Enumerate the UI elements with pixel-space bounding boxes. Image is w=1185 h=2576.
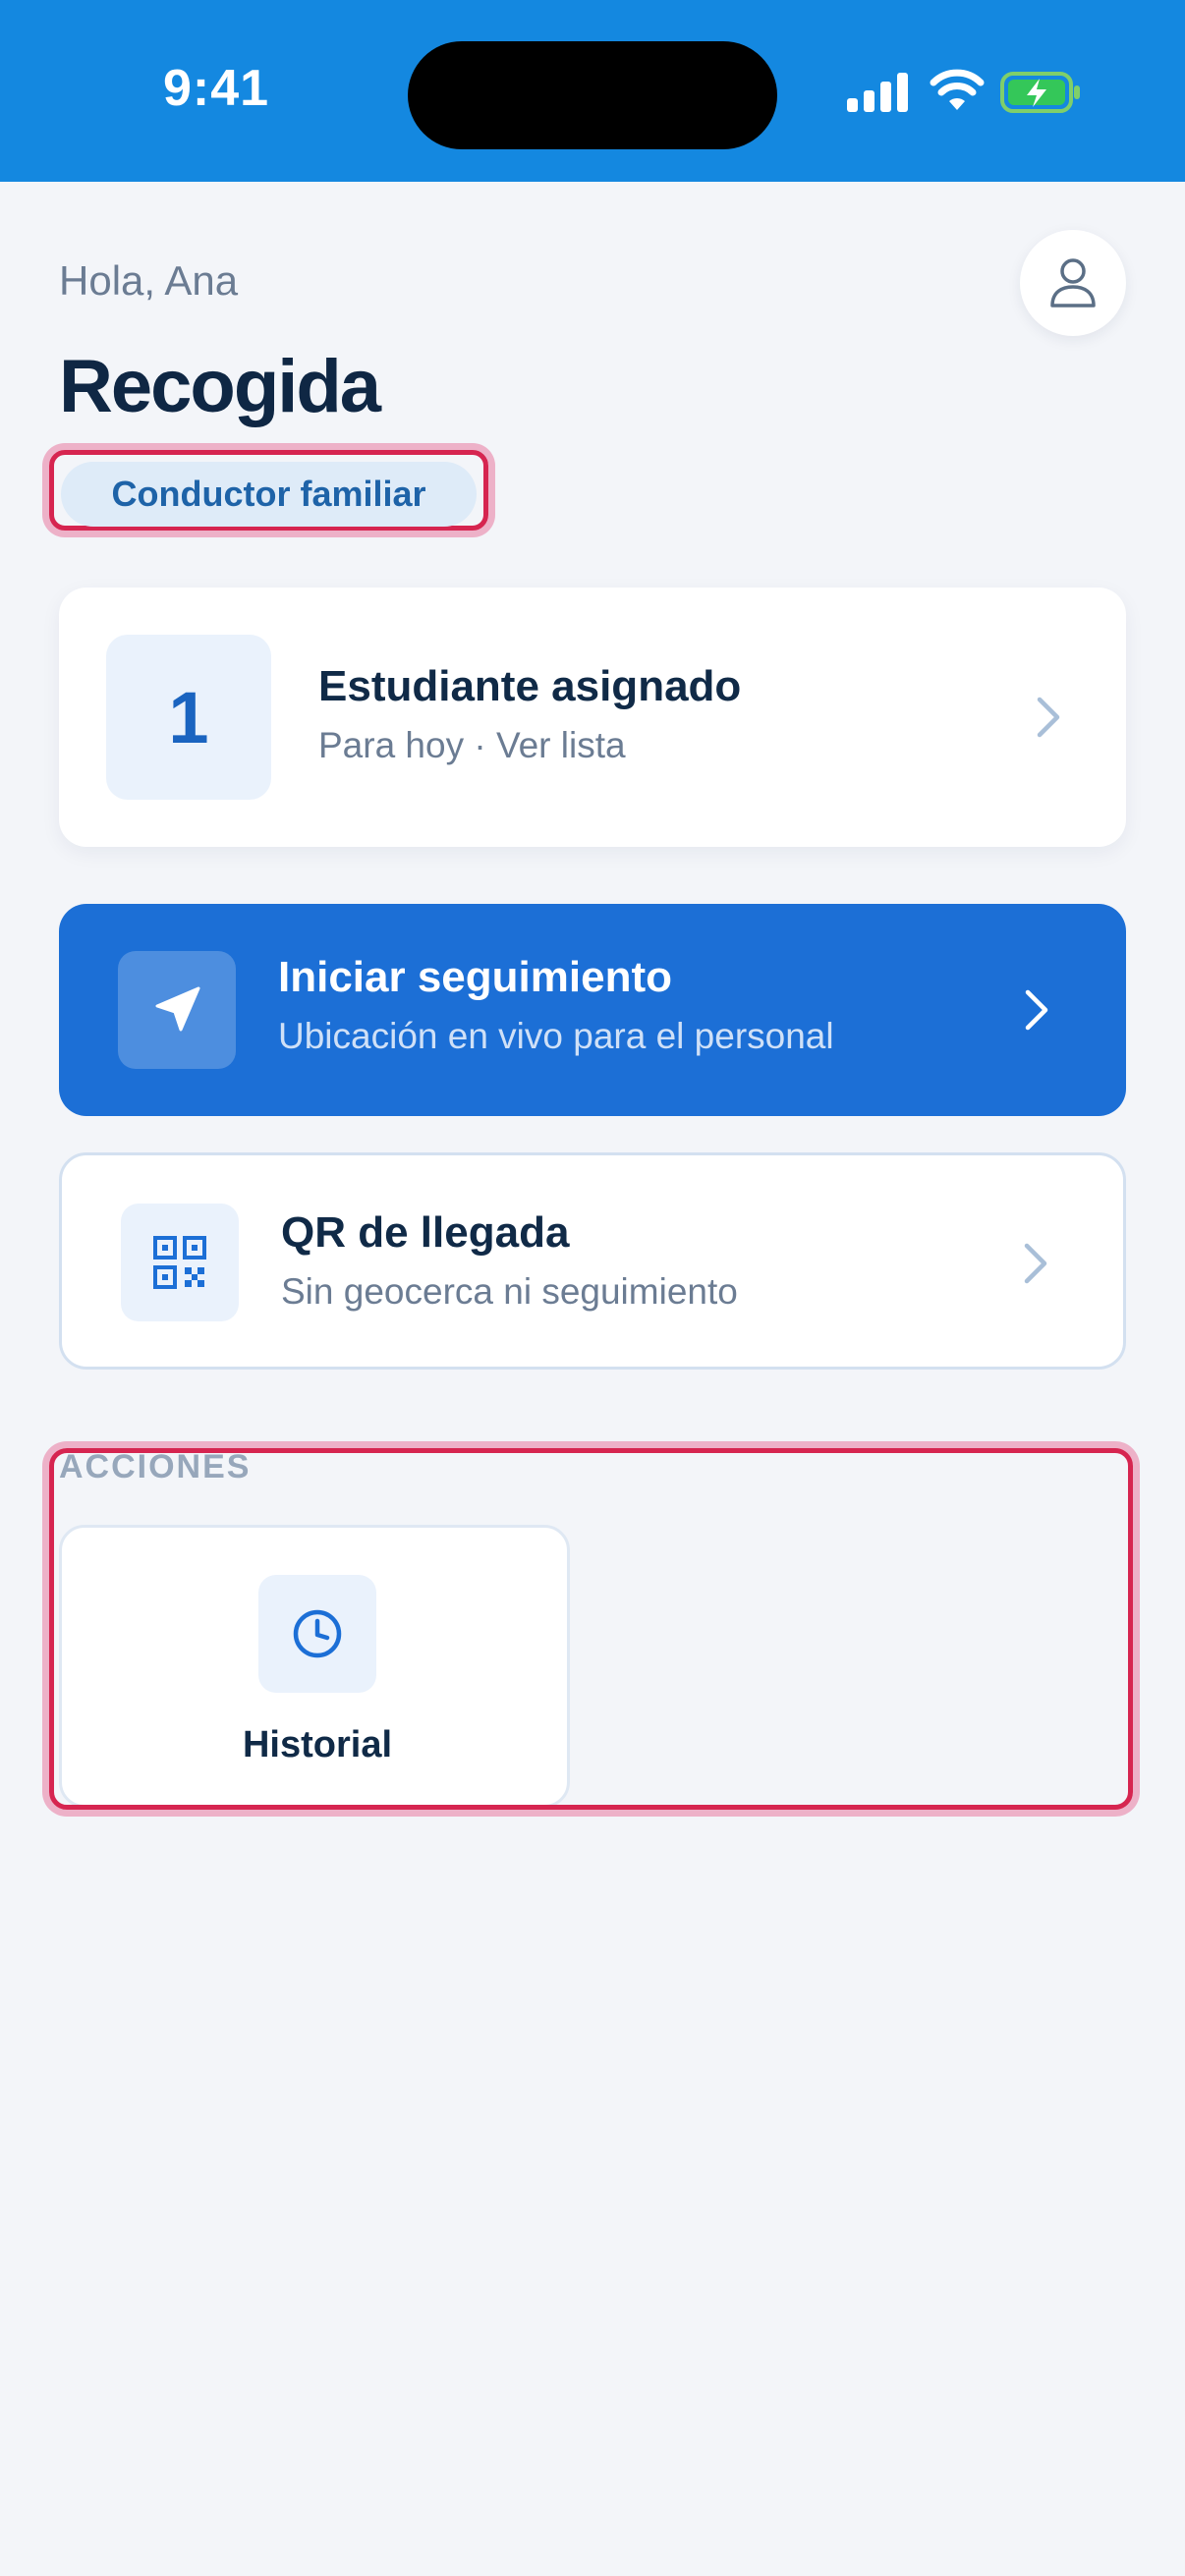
qr-icon-box (121, 1204, 239, 1321)
start-tracking-button[interactable]: Iniciar seguimiento Ubicación en vivo pa… (59, 904, 1126, 1116)
page-title: Recogida (59, 345, 381, 428)
status-bar: 9:41 (0, 0, 1185, 182)
chevron-right-icon (1025, 989, 1048, 1031)
assigned-students-card[interactable]: 1 Estudiante asignado Para hoy · Ver lis… (59, 588, 1126, 847)
tracking-subtitle: Ubicación en vivo para el personal (278, 1016, 834, 1056)
navigation-arrow-icon (155, 986, 200, 1032)
role-badge: Conductor familiar (61, 462, 477, 527)
tracking-title: Iniciar seguimiento (278, 953, 672, 1001)
qr-title: QR de llegada (281, 1208, 570, 1257)
qr-code-icon (153, 1236, 206, 1289)
chevron-right-icon (1024, 1243, 1047, 1284)
actions-highlight-outline (49, 1448, 1133, 1810)
wifi-icon (930, 69, 985, 110)
students-card-title: Estudiante asignado (318, 662, 742, 710)
chevron-right-icon (1037, 697, 1060, 738)
students-card-subtitle: Para hoy · Ver lista (318, 725, 626, 765)
user-icon (1050, 258, 1096, 308)
dynamic-island (408, 41, 777, 149)
status-time: 9:41 (162, 60, 270, 117)
signal-icon (847, 73, 908, 112)
qr-subtitle: Sin geocerca ni seguimiento (281, 1271, 738, 1312)
tracking-icon-box (118, 951, 236, 1069)
profile-button[interactable] (1020, 230, 1126, 336)
battery-charging-icon (1000, 72, 1080, 113)
greeting-text: Hola, Ana (59, 257, 239, 304)
arrival-qr-button[interactable]: QR de llegada Sin geocerca ni seguimient… (59, 1152, 1126, 1370)
student-count: 1 (106, 635, 271, 800)
